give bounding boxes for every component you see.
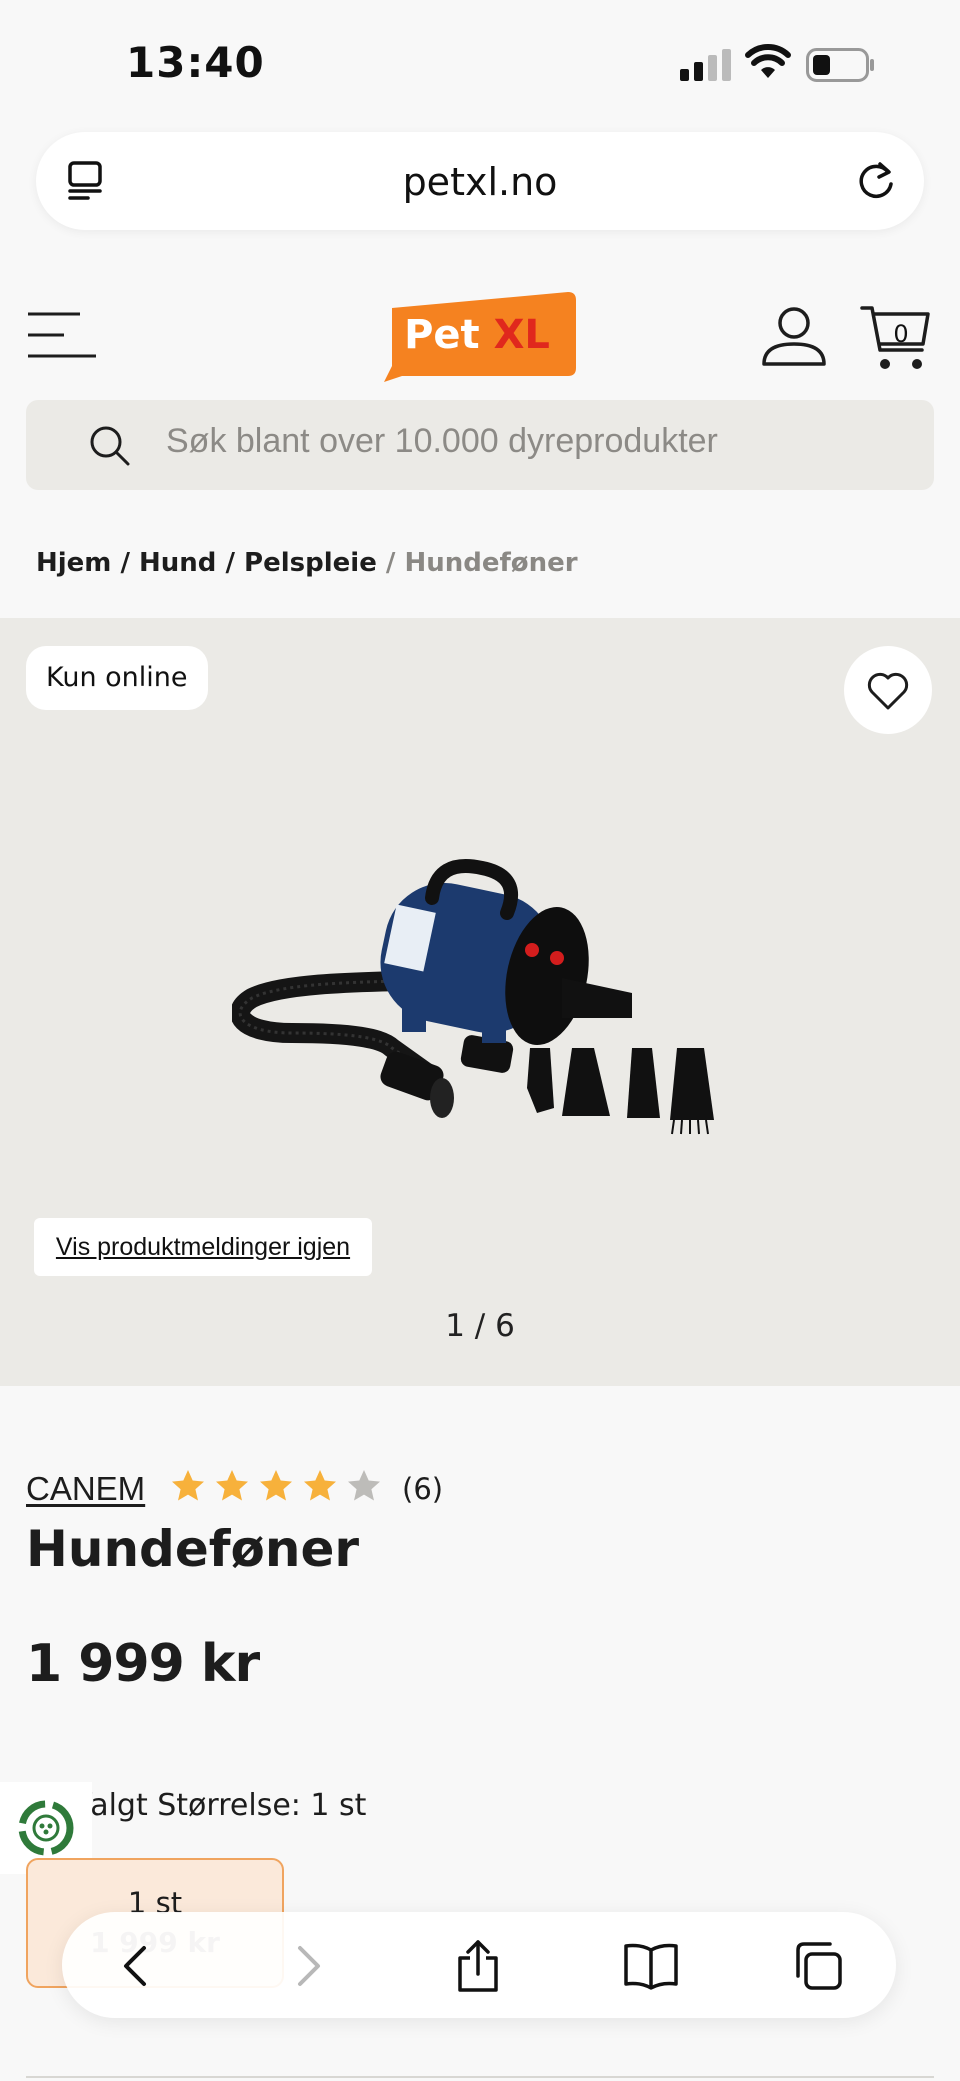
search-input[interactable]: Søk blant over 10.000 dyreprodukter — [26, 400, 934, 490]
account-icon[interactable] — [760, 306, 828, 368]
breadcrumb-separator: / — [120, 548, 130, 578]
breadcrumb-dog[interactable]: Hund — [139, 548, 216, 578]
logo-xl: XL — [493, 312, 550, 358]
breadcrumb-current: Hundeføner — [404, 548, 578, 578]
star-icon-filled — [172, 1470, 204, 1501]
star-icon-filled — [304, 1470, 336, 1501]
heart-icon — [867, 672, 909, 710]
logo-text[interactable]: Pet XL — [384, 312, 570, 358]
search-icon — [90, 426, 130, 466]
product-image[interactable] — [232, 858, 732, 1148]
logo-pet: Pet — [404, 312, 480, 358]
breadcrumb-separator: / — [385, 548, 396, 578]
breadcrumb: Hjem / Hund / Pelspleie / Hundeføner — [36, 548, 578, 578]
cart-count: 0 — [893, 320, 909, 348]
forward-icon[interactable] — [282, 1940, 334, 1992]
share-icon[interactable] — [452, 1940, 504, 1992]
divider — [26, 2076, 934, 2078]
breadcrumb-home[interactable]: Hjem — [36, 548, 111, 578]
address-bar[interactable]: petxl.no — [36, 132, 924, 230]
product-gallery[interactable]: Kun online Vis produktmeldinger igjen 1 … — [0, 618, 960, 1386]
brand-link[interactable]: CANEM — [26, 1470, 145, 1508]
recycle-icon — [18, 1800, 74, 1856]
breadcrumb-separator: / — [225, 548, 235, 578]
url-text[interactable]: petxl.no — [36, 160, 924, 204]
cellular-signal-icon — [680, 49, 731, 81]
reload-icon[interactable] — [854, 158, 898, 204]
menu-icon[interactable] — [26, 310, 98, 360]
back-icon[interactable] — [110, 1940, 162, 1992]
selected-size-label: Valgt Størrelse: 1 st — [72, 1788, 367, 1823]
bookmarks-icon[interactable] — [622, 1940, 680, 1992]
status-bar: 13:40 — [0, 0, 960, 120]
rating-stars[interactable] — [170, 1468, 382, 1508]
show-product-notices-button[interactable]: Vis produktmeldinger igjen — [34, 1218, 372, 1276]
review-count[interactable]: (6) — [402, 1472, 443, 1506]
star-icon-filled — [216, 1470, 248, 1501]
browser-toolbar — [62, 1912, 896, 2018]
status-time: 13:40 — [126, 38, 265, 87]
online-only-badge: Kun online — [26, 646, 208, 710]
product-price: 1 999 kr — [26, 1634, 260, 1694]
tabs-icon[interactable] — [792, 1940, 844, 1992]
battery-icon — [806, 48, 874, 82]
star-icon-filled — [260, 1470, 292, 1501]
search-placeholder: Søk blant over 10.000 dyreprodukter — [166, 422, 718, 460]
image-pager: 1 / 6 — [445, 1308, 515, 1344]
breadcrumb-grooming[interactable]: Pelspleie — [244, 548, 377, 578]
favorite-button[interactable] — [844, 646, 932, 734]
wifi-icon — [745, 44, 791, 78]
star-icon-empty — [348, 1470, 380, 1501]
product-title: Hundeføner — [26, 1520, 360, 1578]
